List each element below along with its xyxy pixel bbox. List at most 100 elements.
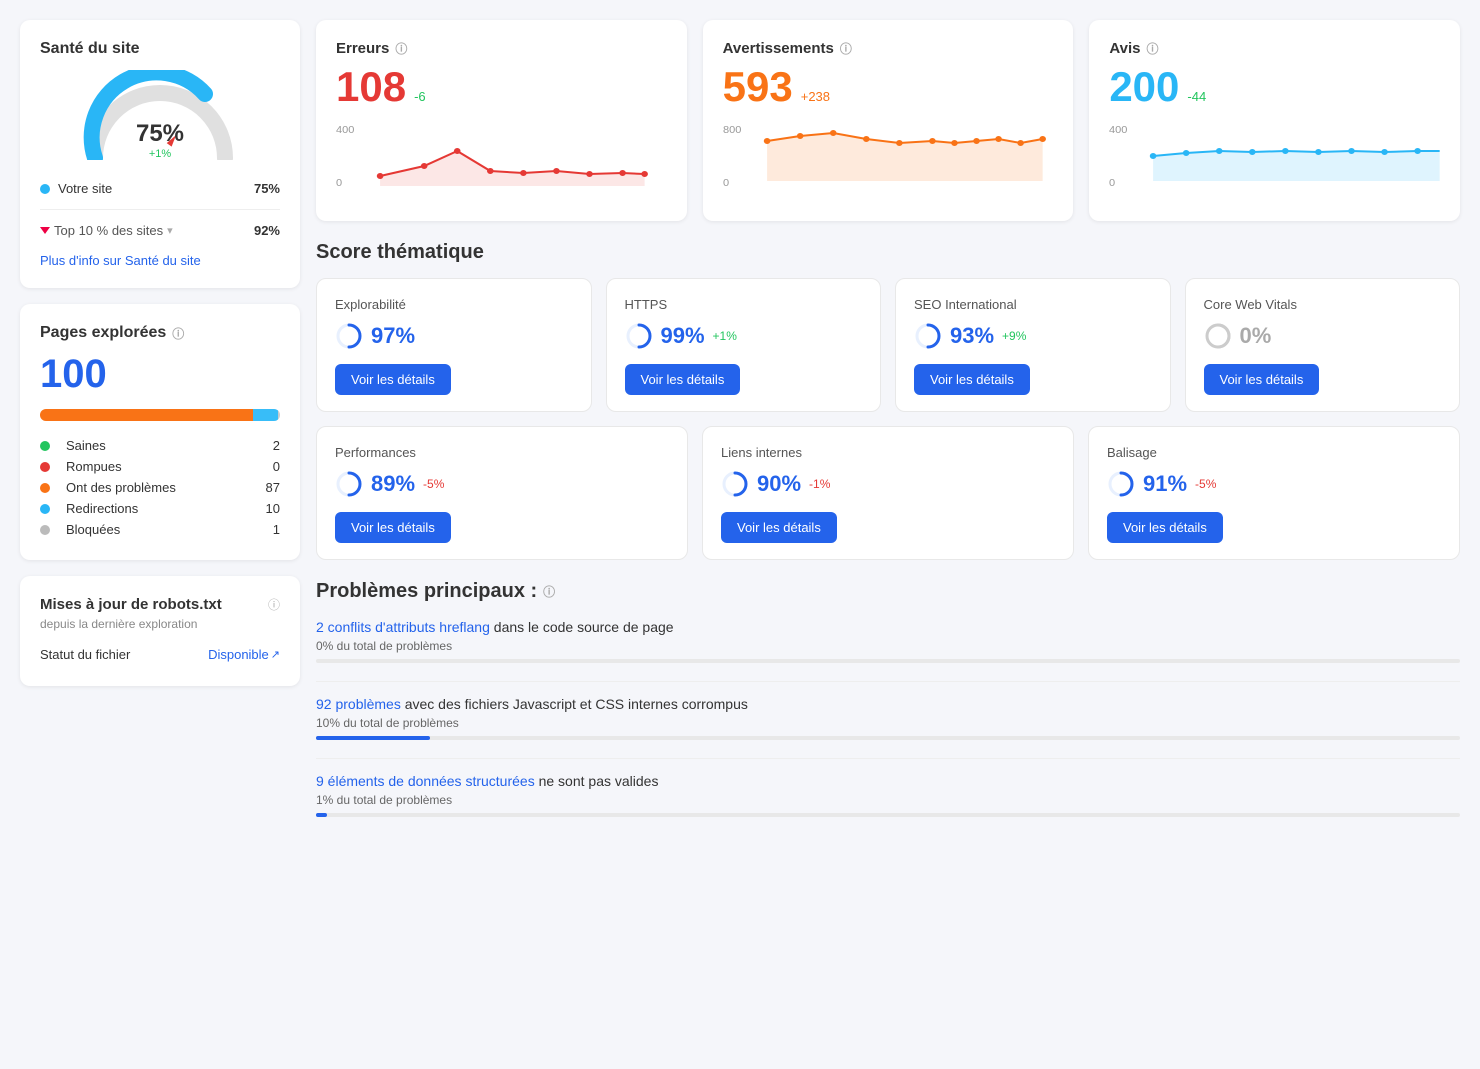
problem-sub: 1% du total de problèmes xyxy=(316,793,1460,807)
score-value-row: 91% -5% xyxy=(1107,470,1441,498)
stat-avertissements: Avertissements ⓘ 593 +238 800 0 xyxy=(703,20,1074,221)
score-grid-bottom: Performances 89% -5% Voir les détails Li… xyxy=(316,426,1460,560)
pages-legend-row: Ont des problèmes 87 xyxy=(40,477,280,498)
legend-value: 10 xyxy=(266,501,280,516)
score-section: Score thématique Explorabilité 97% Voir … xyxy=(316,241,1460,560)
score-card: Performances 89% -5% Voir les détails xyxy=(316,426,688,560)
score-icon xyxy=(335,322,363,350)
legend-value: 87 xyxy=(266,480,280,495)
pages-legend-row: Bloquées 1 xyxy=(40,519,280,540)
stat-avis: Avis ⓘ 200 -44 400 0 xyxy=(1089,20,1460,221)
score-icon xyxy=(1204,322,1232,350)
sante-card: Santé du site 75% +1% xyxy=(20,20,300,288)
voir-details-button[interactable]: Voir les détails xyxy=(1107,512,1223,543)
problems-info-icon[interactable]: ⓘ xyxy=(543,583,555,600)
score-card: Balisage 91% -5% Voir les détails xyxy=(1088,426,1460,560)
score-card-title: Balisage xyxy=(1107,445,1441,460)
problem-text: 9 éléments de données structurées ne son… xyxy=(316,773,1460,789)
score-card: Liens internes 90% -1% Voir les détails xyxy=(702,426,1074,560)
erreurs-chart: 400 0 xyxy=(336,121,667,201)
score-icon xyxy=(1107,470,1135,498)
pages-title: Pages explorées ⓘ xyxy=(40,324,280,342)
problem-text: 92 problèmes avec des fichiers Javascrip… xyxy=(316,696,1460,712)
problem-rest: ne sont pas valides xyxy=(539,773,659,789)
legend-label: Ont des problèmes xyxy=(66,480,176,495)
voir-details-button[interactable]: Voir les détails xyxy=(335,512,451,543)
score-value-row: 93% +9% xyxy=(914,322,1152,350)
problem-link[interactable]: 9 éléments de données structurées xyxy=(316,773,535,789)
svg-text:0: 0 xyxy=(723,177,729,188)
problems-title: Problèmes principaux : ⓘ xyxy=(316,580,1460,603)
score-value-row: 97% xyxy=(335,322,573,350)
votre-site-value: 75% xyxy=(254,181,280,196)
problem-sub: 10% du total de problèmes xyxy=(316,716,1460,730)
more-info-link[interactable]: Plus d'info sur Santé du site xyxy=(40,253,280,268)
problem-link[interactable]: 2 conflits d'attributs hreflang xyxy=(316,619,490,635)
problem-bar-fill xyxy=(316,813,327,817)
stat-erreurs: Erreurs ⓘ 108 -6 400 0 xyxy=(316,20,687,221)
stats-row: Erreurs ⓘ 108 -6 400 0 xyxy=(316,20,1460,221)
votre-site-row: Votre site 75% xyxy=(40,176,280,201)
score-value-row: 0% xyxy=(1204,322,1442,350)
robots-row1-value[interactable]: Disponible ↗ xyxy=(208,647,280,662)
pages-legend-row: Saines 2 xyxy=(40,435,280,456)
stat-erreurs-value-row: 108 -6 xyxy=(336,63,667,111)
svg-text:800: 800 xyxy=(723,124,742,135)
gauge-container: 75% +1% xyxy=(40,70,280,160)
voir-details-button[interactable]: Voir les détails xyxy=(625,364,741,395)
voir-details-button[interactable]: Voir les détails xyxy=(914,364,1030,395)
problem-item: 92 problèmes avec des fichiers Javascrip… xyxy=(316,681,1460,740)
avert-info-icon[interactable]: ⓘ xyxy=(840,40,852,57)
pages-progress-bar xyxy=(40,409,280,421)
stat-avis-delta: -44 xyxy=(1187,89,1206,104)
stat-avert-label: Avertissements ⓘ xyxy=(723,40,1054,57)
erreurs-info-icon[interactable]: ⓘ xyxy=(395,40,407,57)
problem-rest: avec des fichiers Javascript et CSS inte… xyxy=(405,696,748,712)
gauge-sub: +1% xyxy=(136,148,184,160)
stat-avis-value: 200 xyxy=(1109,63,1179,111)
pages-info-icon[interactable]: ⓘ xyxy=(172,325,184,342)
score-icon xyxy=(914,322,942,350)
score-card: Core Web Vitals 0% Voir les détails xyxy=(1185,278,1461,412)
votre-site-label: Votre site xyxy=(58,181,112,196)
problem-text: 2 conflits d'attributs hreflang dans le … xyxy=(316,619,1460,635)
problems-list: 2 conflits d'attributs hreflang dans le … xyxy=(316,619,1460,817)
pb-orange xyxy=(40,409,253,421)
robots-info-icon[interactable]: ⓘ xyxy=(268,596,280,613)
voir-details-button[interactable]: Voir les détails xyxy=(1204,364,1320,395)
score-card: Explorabilité 97% Voir les détails xyxy=(316,278,592,412)
problem-item: 9 éléments de données structurées ne son… xyxy=(316,758,1460,817)
svg-text:400: 400 xyxy=(1109,124,1128,135)
arrow-down-icon xyxy=(40,227,50,234)
robots-title: Mises à jour de robots.txt xyxy=(40,596,222,613)
gauge-wrap: 75% +1% xyxy=(80,70,240,160)
pb-blue xyxy=(253,409,277,421)
problem-link[interactable]: 92 problèmes xyxy=(316,696,401,712)
legend-dot xyxy=(40,504,50,514)
robots-sub: depuis la dernière exploration xyxy=(40,617,222,631)
stat-erreurs-value: 108 xyxy=(336,63,406,111)
chevron-down-icon[interactable]: ▾ xyxy=(167,224,173,237)
avis-chart: 400 0 xyxy=(1109,121,1440,201)
legend-dot xyxy=(40,483,50,493)
stat-erreurs-delta: -6 xyxy=(414,89,426,104)
legend-label: Redirections xyxy=(66,501,138,516)
voir-details-button[interactable]: Voir les détails xyxy=(721,512,837,543)
voir-details-button[interactable]: Voir les détails xyxy=(335,364,451,395)
score-card-title: Core Web Vitals xyxy=(1204,297,1442,312)
score-delta: -1% xyxy=(809,477,830,491)
score-grid-top: Explorabilité 97% Voir les détails HTTPS… xyxy=(316,278,1460,412)
avert-chart: 800 0 xyxy=(723,121,1054,201)
legend-label: Rompues xyxy=(66,459,122,474)
score-icon xyxy=(625,322,653,350)
score-delta: +9% xyxy=(1002,329,1026,343)
legend-value: 1 xyxy=(273,522,280,537)
avis-info-icon[interactable]: ⓘ xyxy=(1146,40,1158,57)
top10-value: 92% xyxy=(254,223,280,238)
score-pct: 89% xyxy=(371,471,415,497)
stat-avert-value: 593 xyxy=(723,63,793,111)
legend-value: 0 xyxy=(273,459,280,474)
svg-text:0: 0 xyxy=(1109,177,1115,188)
score-delta: -5% xyxy=(423,477,444,491)
pages-legend-row: Redirections 10 xyxy=(40,498,280,519)
